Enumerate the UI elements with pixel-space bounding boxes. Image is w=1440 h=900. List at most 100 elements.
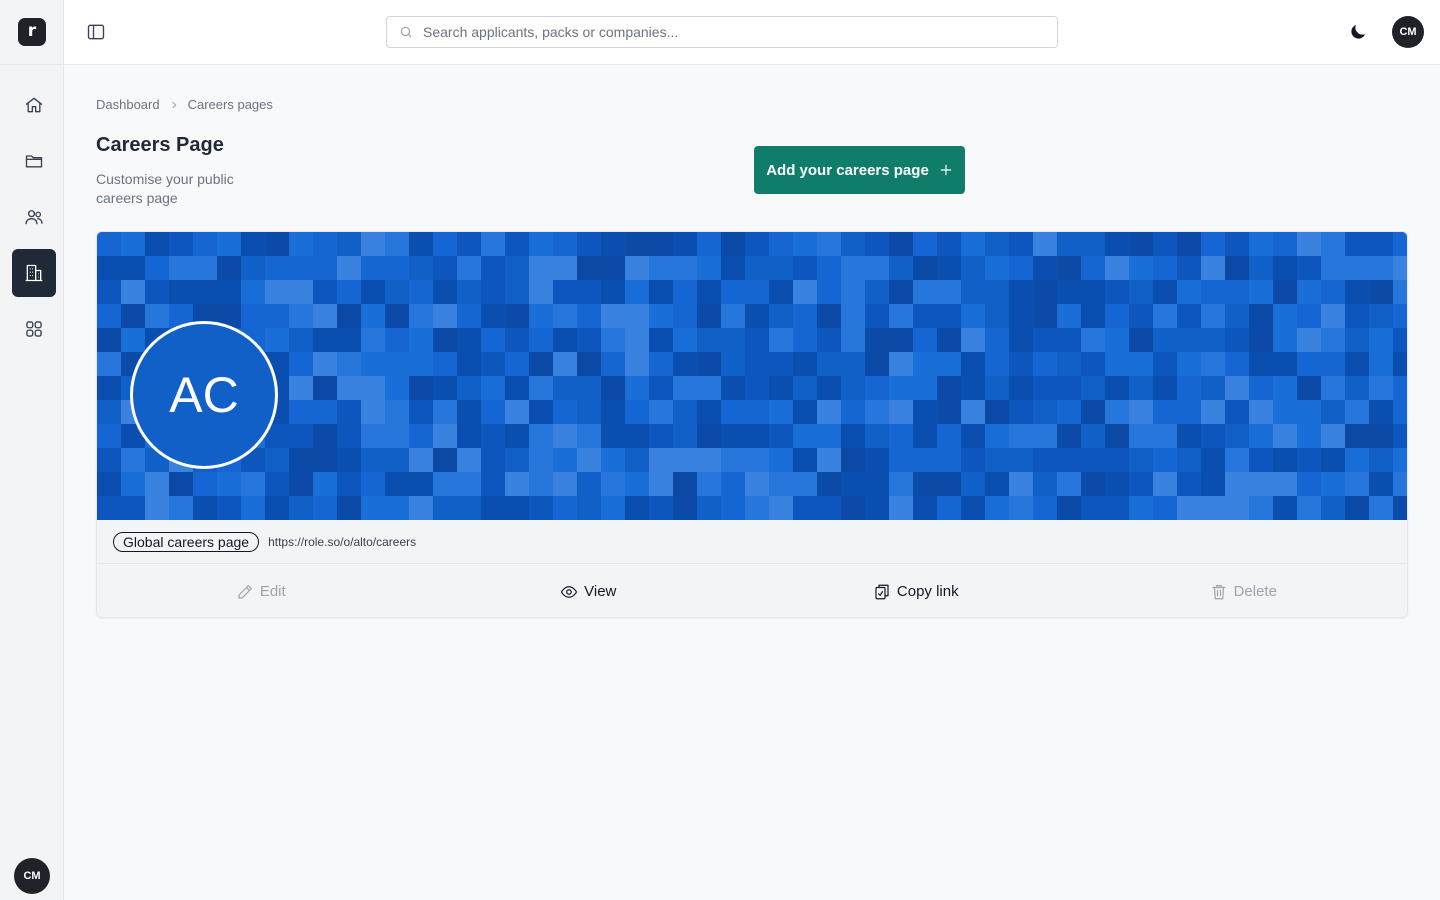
banner-pixel (1273, 232, 1297, 256)
banner-pixel (865, 280, 889, 304)
banner-pixel (745, 256, 769, 280)
banner-pixel (721, 496, 745, 520)
banner-pixel (1009, 256, 1033, 280)
banner-pixel (817, 496, 841, 520)
banner-pixel (1225, 328, 1249, 352)
banner-pixel (433, 496, 457, 520)
user-avatar[interactable]: CM (1392, 16, 1424, 48)
banner-pixel (553, 304, 577, 328)
banner-pixel (1249, 472, 1273, 496)
banner-pixel (961, 304, 985, 328)
banner-pixel (793, 448, 817, 472)
banner-pixel (961, 232, 985, 256)
banner-pixel (817, 328, 841, 352)
delete-button[interactable]: Delete (1080, 565, 1408, 617)
banner-pixel (289, 280, 313, 304)
banner-pixel (457, 256, 481, 280)
banner-pixel (913, 304, 937, 328)
banner-pixel (841, 472, 865, 496)
banner-pixel (1057, 400, 1081, 424)
banner-pixel (289, 304, 313, 328)
banner-pixel (601, 280, 625, 304)
eye-icon (560, 585, 578, 598)
pencil-icon (238, 584, 252, 599)
banner-pixel (625, 352, 649, 376)
search-bar[interactable] (386, 16, 1058, 48)
banner-pixel (1393, 424, 1407, 448)
banner-pixel (649, 232, 673, 256)
banner-pixel (769, 352, 793, 376)
view-button[interactable]: View (425, 565, 753, 617)
banner-pixel (745, 328, 769, 352)
sidebar-user-avatar[interactable]: CM (14, 858, 50, 894)
banner-pixel (1369, 472, 1393, 496)
breadcrumb-dashboard[interactable]: Dashboard (96, 97, 160, 112)
banner-pixel (1153, 304, 1177, 328)
search-icon (400, 26, 412, 38)
banner-pixel (145, 304, 169, 328)
banner-pixel (889, 328, 913, 352)
sidebar-item-packs[interactable] (12, 137, 56, 185)
banner-pixel (121, 496, 145, 520)
banner-pixel (97, 328, 121, 352)
banner-pixel (745, 280, 769, 304)
banner-pixel (529, 496, 553, 520)
banner-pixel (673, 424, 697, 448)
banner-pixel (505, 280, 529, 304)
add-careers-page-button[interactable]: Add your careers page (754, 146, 965, 194)
app-logo[interactable]: r (18, 18, 46, 46)
banner-pixel (121, 280, 145, 304)
trash-icon (1211, 584, 1226, 599)
banner-pixel (961, 376, 985, 400)
banner-pixel (1225, 256, 1249, 280)
sidebar-item-companies[interactable] (12, 249, 56, 297)
banner-pixel (1153, 256, 1177, 280)
banner-pixel (289, 376, 313, 400)
banner-pixel (385, 352, 409, 376)
banner-pixel (1297, 448, 1321, 472)
banner-pixel (1177, 256, 1201, 280)
banner-pixel (721, 352, 745, 376)
banner-pixel (649, 448, 673, 472)
banner-pixel (97, 376, 121, 400)
folder-icon (25, 155, 43, 168)
banner-pixel (1081, 280, 1105, 304)
banner-pixel (1153, 376, 1177, 400)
sidebar-item-applicants[interactable] (12, 193, 56, 241)
company-logo: AC (130, 321, 278, 469)
banner-pixel (985, 496, 1009, 520)
banner-pixel (1033, 496, 1057, 520)
sidebar-item-home[interactable] (12, 81, 56, 129)
banner-pixel (577, 256, 601, 280)
banner-pixel (1225, 496, 1249, 520)
banner-pixel (1129, 376, 1153, 400)
edit-button[interactable]: Edit (97, 565, 425, 617)
banner-pixel (457, 376, 481, 400)
banner-pixel (1009, 448, 1033, 472)
banner-pixel (817, 256, 841, 280)
search-input[interactable] (423, 24, 1043, 40)
banner-pixel (313, 448, 337, 472)
banner-pixel (121, 448, 145, 472)
banner-pixel (433, 424, 457, 448)
banner-pixel (313, 424, 337, 448)
banner-pixel (1153, 496, 1177, 520)
banner-pixel (697, 256, 721, 280)
banner-pixel (1225, 448, 1249, 472)
banner-pixel (1081, 424, 1105, 448)
banner-pixel (721, 256, 745, 280)
banner-pixel (1225, 400, 1249, 424)
banner-pixel (1345, 304, 1369, 328)
banner-pixel (769, 376, 793, 400)
sidebar-item-apps[interactable] (12, 305, 56, 353)
banner-pixel (793, 256, 817, 280)
banner-pixel (97, 496, 121, 520)
banner-pixel (361, 304, 385, 328)
dark-mode-moon-icon[interactable] (1348, 22, 1368, 42)
banner-pixel (337, 304, 361, 328)
sidebar: r CM (0, 0, 64, 900)
banner-pixel (121, 256, 145, 280)
copy-link-button[interactable]: Copy link (752, 565, 1080, 617)
banner-pixel (409, 328, 433, 352)
sidebar-toggle-icon[interactable] (86, 22, 106, 42)
